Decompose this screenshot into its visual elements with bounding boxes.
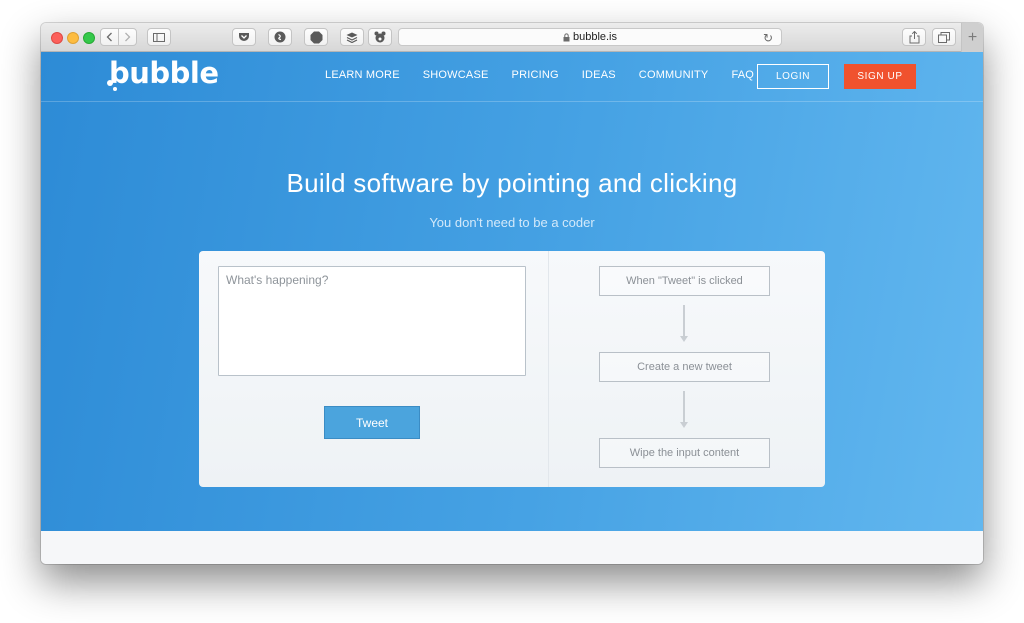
page-bottom-section bbox=[41, 531, 983, 564]
minimize-window-button[interactable] bbox=[67, 32, 79, 44]
workflow-step-create: Create a new tweet bbox=[599, 352, 770, 382]
buffer-extension-button[interactable] bbox=[340, 28, 364, 46]
adblock-extension-button[interactable] bbox=[304, 28, 328, 46]
nav-link-showcase[interactable]: SHOWCASE bbox=[423, 69, 489, 81]
adblock-icon bbox=[310, 31, 322, 43]
close-window-button[interactable] bbox=[51, 32, 63, 44]
lock-icon bbox=[563, 32, 570, 41]
tweet-button[interactable]: Tweet bbox=[324, 406, 420, 439]
nav-link-learn-more[interactable]: LEARN MORE bbox=[325, 69, 400, 81]
hero-title: Build software by pointing and clicking bbox=[286, 168, 738, 198]
address-bar[interactable]: bubble.is ↻ bbox=[398, 28, 782, 46]
buffer-icon bbox=[346, 32, 358, 43]
arrow-down-icon bbox=[680, 391, 688, 428]
back-icon bbox=[106, 32, 112, 42]
nav-link-community[interactable]: COMMUNITY bbox=[639, 69, 709, 81]
nav-link-faq[interactable]: FAQ bbox=[731, 69, 754, 81]
pocket-extension-button[interactable] bbox=[232, 28, 256, 46]
tabs-icon bbox=[938, 31, 950, 43]
tweet-input[interactable] bbox=[218, 266, 526, 376]
share-icon bbox=[909, 30, 919, 43]
new-tab-icon[interactable]: + bbox=[961, 23, 983, 52]
nav-links: LEARN MORE SHOWCASE PRICING IDEAS COMMUN… bbox=[325, 69, 777, 81]
signup-button[interactable]: SIGN UP bbox=[844, 64, 916, 89]
logo-bubble-dot bbox=[107, 80, 113, 86]
bear-extension-button[interactable] bbox=[368, 28, 392, 46]
share-button[interactable] bbox=[902, 28, 926, 46]
logo-bubble-dot bbox=[113, 87, 117, 91]
logo-text: bubble bbox=[109, 56, 219, 90]
tab-overview-button[interactable] bbox=[932, 28, 956, 46]
sidebar-button[interactable] bbox=[147, 28, 171, 46]
shazam-icon bbox=[274, 31, 286, 43]
zoom-window-button[interactable] bbox=[83, 32, 95, 44]
forward-icon bbox=[125, 32, 131, 42]
sidebar-icon bbox=[153, 32, 165, 42]
back-button[interactable] bbox=[100, 28, 119, 46]
nav-link-ideas[interactable]: IDEAS bbox=[582, 69, 616, 81]
pocket-icon bbox=[239, 33, 249, 41]
arrow-down-icon bbox=[680, 305, 688, 342]
browser-window: bubble.is ↻ + bubble LEARN MORE SHOWCASE… bbox=[41, 23, 983, 564]
demo-card: Tweet When "Tweet" is clicked Create a n… bbox=[199, 251, 825, 487]
shazam-extension-button[interactable] bbox=[268, 28, 292, 46]
top-navigation: bubble LEARN MORE SHOWCASE PRICING IDEAS… bbox=[41, 52, 983, 102]
bubble-homepage: bubble LEARN MORE SHOWCASE PRICING IDEAS… bbox=[41, 52, 983, 531]
browser-toolbar: bubble.is ↻ + bbox=[41, 23, 983, 52]
workflow-step-trigger: When "Tweet" is clicked bbox=[599, 266, 770, 296]
forward-button[interactable] bbox=[118, 28, 137, 46]
nav-link-pricing[interactable]: PRICING bbox=[512, 69, 559, 81]
workflow-step-wipe: Wipe the input content bbox=[599, 438, 770, 468]
bubble-logo[interactable]: bubble bbox=[107, 56, 219, 91]
bear-icon bbox=[374, 31, 386, 43]
demo-divider bbox=[548, 251, 549, 487]
reload-icon[interactable]: ↻ bbox=[763, 31, 773, 45]
login-button[interactable]: LOGIN bbox=[757, 64, 829, 89]
hero-subtitle: You don't need to be a coder bbox=[429, 215, 595, 230]
address-url: bubble.is bbox=[572, 31, 618, 43]
